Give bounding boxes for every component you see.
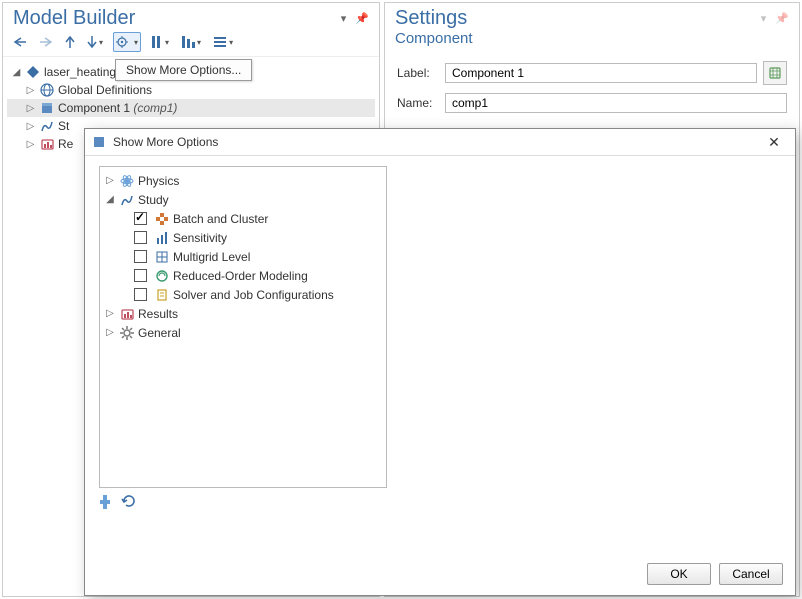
name-input[interactable] bbox=[445, 93, 787, 113]
options-study[interactable]: ◢ Study bbox=[102, 190, 384, 209]
checkbox[interactable] bbox=[134, 288, 147, 301]
show-more-options-tooltip: Show More Options... bbox=[115, 59, 252, 81]
settings-title: Settings bbox=[395, 7, 467, 30]
checkbox[interactable] bbox=[134, 269, 147, 282]
nav-forward-button[interactable] bbox=[37, 35, 55, 49]
nav-down-button[interactable] bbox=[85, 34, 105, 50]
tree-label: Re bbox=[58, 137, 73, 151]
tree-component[interactable]: ▷ Component 1 (comp1) bbox=[7, 99, 375, 117]
checkbox[interactable] bbox=[134, 231, 147, 244]
expander-icon[interactable]: ▷ bbox=[25, 85, 36, 96]
options-solver[interactable]: Solver and Job Configurations bbox=[102, 285, 384, 304]
options-results[interactable]: ▷ Results bbox=[102, 304, 384, 323]
tree-label: Component 1 (comp1) bbox=[58, 101, 177, 115]
multigrid-icon bbox=[154, 249, 170, 265]
expand-button[interactable] bbox=[179, 33, 203, 51]
nav-back-button[interactable] bbox=[11, 35, 29, 49]
options-tree: ▷ Physics ◢ Study Batch and Cluster bbox=[99, 166, 387, 488]
globe-icon bbox=[39, 82, 55, 98]
label-input[interactable] bbox=[445, 63, 757, 83]
options-batch[interactable]: Batch and Cluster bbox=[102, 209, 384, 228]
results-icon bbox=[119, 306, 135, 322]
tree-root-label: laser_heating bbox=[44, 65, 116, 79]
options-sensitivity[interactable]: Sensitivity bbox=[102, 228, 384, 247]
physics-icon bbox=[119, 173, 135, 189]
cancel-button[interactable]: Cancel bbox=[719, 563, 783, 585]
pin-icon[interactable]: 📌 bbox=[355, 13, 369, 25]
list-button[interactable] bbox=[211, 34, 235, 50]
option-label: Batch and Cluster bbox=[173, 212, 268, 226]
expander-icon[interactable]: ▷ bbox=[25, 139, 36, 150]
gear-icon bbox=[119, 325, 135, 341]
show-more-options-button[interactable] bbox=[113, 32, 141, 52]
dropdown-icon[interactable]: ▾ bbox=[761, 13, 767, 25]
tree-label: Global Definitions bbox=[58, 83, 152, 97]
options-general[interactable]: ▷ General bbox=[102, 323, 384, 342]
settings-subtitle: Component bbox=[385, 30, 799, 53]
expander-icon[interactable]: ▷ bbox=[104, 327, 116, 338]
checkbox[interactable] bbox=[134, 250, 147, 263]
solver-icon bbox=[154, 287, 170, 303]
dialog-title: Show More Options bbox=[113, 135, 759, 149]
tree-global-definitions[interactable]: ▷ Global Definitions bbox=[7, 81, 375, 99]
expander-icon[interactable]: ▷ bbox=[25, 103, 36, 114]
expander-icon[interactable]: ▷ bbox=[25, 121, 36, 132]
dropdown-icon[interactable]: ▾ bbox=[341, 13, 347, 25]
expander-icon[interactable]: ▷ bbox=[104, 175, 116, 186]
dialog-icon bbox=[91, 134, 107, 150]
model-builder-toolbar bbox=[3, 30, 379, 57]
option-label: Multigrid Level bbox=[173, 250, 250, 264]
option-label: Results bbox=[138, 307, 178, 321]
expander-icon[interactable]: ◢ bbox=[11, 67, 22, 78]
nav-up-button[interactable] bbox=[63, 34, 77, 50]
study-icon bbox=[119, 192, 135, 208]
study-icon bbox=[39, 118, 55, 134]
show-more-options-dialog: Show More Options ✕ ▷ Physics ◢ Study bbox=[84, 128, 796, 596]
options-physics[interactable]: ▷ Physics bbox=[102, 171, 384, 190]
close-button[interactable]: ✕ bbox=[759, 134, 789, 151]
option-label: General bbox=[138, 326, 181, 340]
option-label: Reduced-Order Modeling bbox=[173, 269, 308, 283]
expand-all-button[interactable] bbox=[99, 494, 111, 513]
option-label: Sensitivity bbox=[173, 231, 227, 245]
rom-icon bbox=[154, 268, 170, 284]
options-multigrid[interactable]: Multigrid Level bbox=[102, 247, 384, 266]
pin-icon[interactable]: 📌 bbox=[775, 13, 789, 25]
label-caption: Label: bbox=[397, 66, 445, 80]
results-icon bbox=[39, 136, 55, 152]
component-icon bbox=[39, 100, 55, 116]
ok-button[interactable]: OK bbox=[647, 563, 711, 585]
options-rom[interactable]: Reduced-Order Modeling bbox=[102, 266, 384, 285]
label-link-button[interactable] bbox=[763, 61, 787, 85]
option-label: Solver and Job Configurations bbox=[173, 288, 334, 302]
checkbox[interactable] bbox=[134, 212, 147, 225]
model-root-icon bbox=[25, 64, 41, 80]
tree-label: St bbox=[58, 119, 69, 133]
cluster-icon bbox=[154, 211, 170, 227]
expander-icon[interactable]: ◢ bbox=[104, 194, 116, 205]
option-label: Physics bbox=[138, 174, 179, 188]
collapse-button[interactable] bbox=[149, 33, 171, 51]
model-builder-title: Model Builder bbox=[13, 7, 135, 30]
option-label: Study bbox=[138, 193, 169, 207]
sensitivity-icon bbox=[154, 230, 170, 246]
name-caption: Name: bbox=[397, 96, 445, 110]
expander-icon[interactable]: ▷ bbox=[104, 308, 116, 319]
reset-button[interactable] bbox=[121, 494, 137, 513]
